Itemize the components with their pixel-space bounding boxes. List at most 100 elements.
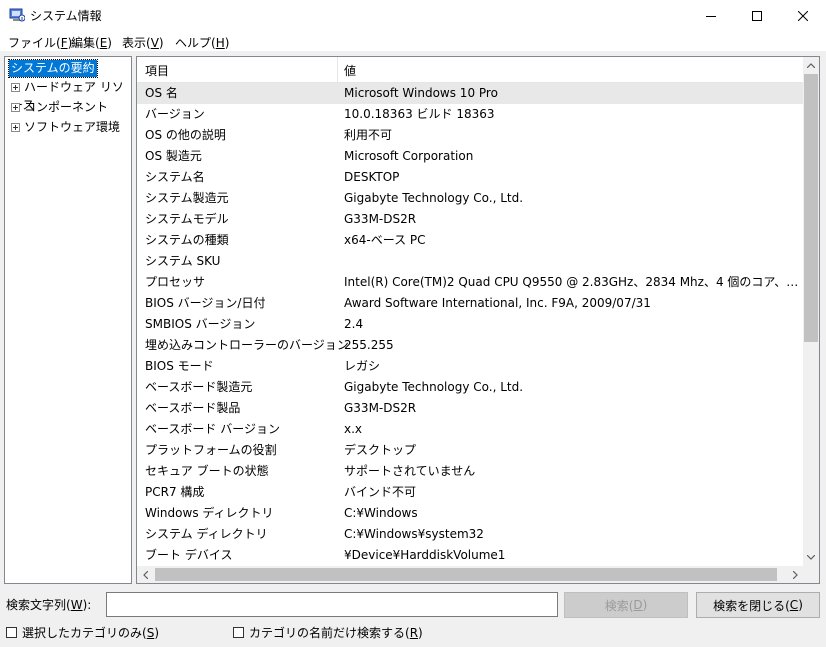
row-item-value: ¥Device¥HarddiskVolume1	[344, 548, 506, 562]
row-item-value: 10.0.18363 ビルド 18363	[344, 107, 495, 121]
row-item-name: SMBIOS バージョン	[145, 317, 256, 331]
selected-category-only-option[interactable]: 選択したカテゴリのみ(S)	[6, 624, 159, 641]
close-button[interactable]	[780, 0, 826, 31]
scroll-right-icon[interactable]	[787, 566, 803, 583]
table-row[interactable]: システム名 DESKTOP	[137, 167, 803, 188]
category-names-only-checkbox[interactable]	[233, 627, 244, 638]
menu-file[interactable]: ファイル(F)	[8, 34, 72, 51]
horizontal-scrollbar[interactable]	[137, 566, 803, 583]
scroll-corner	[803, 566, 819, 583]
scroll-left-icon[interactable]	[137, 566, 153, 583]
system-information-icon[interactable]	[9, 8, 26, 22]
menu-view[interactable]: 表示(V)	[122, 34, 164, 51]
search-button[interactable]: 検索(D)	[564, 592, 688, 618]
row-item-value: G33M-DS2R	[344, 401, 417, 415]
table-row[interactable]: BIOS バージョン/日付 Award Software Internationa…	[137, 293, 803, 314]
selected-category-only-checkbox[interactable]	[6, 627, 17, 638]
maximize-button[interactable]	[734, 0, 780, 31]
minimize-button[interactable]	[688, 0, 734, 31]
table-row[interactable]: ブート デバイス ¥Device¥HarddiskVolume1	[137, 545, 803, 566]
row-item-name: BIOS バージョン/日付	[145, 296, 266, 310]
table-row[interactable]: プラットフォームの役割 デスクトップ	[137, 440, 803, 461]
table-row[interactable]: OS 名 Microsoft Windows 10 Pro	[137, 83, 803, 104]
table-row[interactable]: ベースボード製造元 Gigabyte Technology Co., Ltd.	[137, 377, 803, 398]
search-input[interactable]	[106, 592, 558, 617]
row-item-value: C:¥Windows	[344, 506, 418, 520]
row-item-name: バージョン	[145, 107, 205, 121]
category-names-only-option[interactable]: カテゴリの名前だけ検索する(R)	[233, 624, 423, 641]
row-item-name: ベースボード製品	[145, 401, 241, 415]
table-row[interactable]: 埋め込みコントローラーのバージョン 255.255	[137, 335, 803, 356]
plus-expander-icon[interactable]	[11, 103, 20, 112]
row-item-value: x.x	[344, 422, 363, 436]
table-row[interactable]: OS 製造元 Microsoft Corporation	[137, 146, 803, 167]
row-item-name: システム名	[145, 170, 205, 184]
list-rows: OS 名 Microsoft Windows 10 Pro バージョン 10.0.18…	[137, 83, 803, 566]
row-item-value: x64-ベース PC	[344, 233, 426, 247]
table-row[interactable]: システム製造元 Gigabyte Technology Co., Ltd.	[137, 188, 803, 209]
details-list[interactable]: 項目 値 OS 名 Microsoft Windows 10 Pro バージョン 10…	[136, 56, 820, 584]
table-row[interactable]: プロセッサ Intel(R) Core(TM)2 Quad CPU Q9550 @…	[137, 272, 803, 293]
tree-item-hardware-resources[interactable]: ハードウェア リソース	[11, 78, 131, 112]
close-search-button[interactable]: 検索を閉じる(C)	[696, 592, 820, 618]
row-item-name: システムの種類	[145, 233, 229, 247]
table-row[interactable]: SMBIOS バージョン 2.4	[137, 314, 803, 335]
table-row[interactable]: PCR7 構成 バインド不可	[137, 482, 803, 503]
row-item-name: プロセッサ	[145, 275, 206, 289]
row-item-value: Award Software International, Inc. F9A, …	[344, 296, 651, 310]
row-item-name: システムモデル	[145, 212, 229, 226]
category-tree[interactable]: システムの要約 ハードウェア リソース コンポーネント ソフトウェア環境	[4, 56, 132, 584]
scroll-up-icon[interactable]	[803, 57, 819, 74]
row-item-value: C:¥Windows¥system32	[344, 527, 484, 541]
table-row[interactable]: システム SKU	[137, 251, 803, 272]
row-item-value: バインド不可	[344, 485, 417, 499]
menu-help[interactable]: ヘルプ(H)	[175, 34, 229, 51]
tree-item-system-summary[interactable]: システムの要約	[8, 59, 98, 78]
table-row[interactable]: ベースボード製品 G33M-DS2R	[137, 398, 803, 419]
horizontal-scroll-thumb[interactable]	[155, 568, 777, 581]
row-item-value: DESKTOP	[344, 170, 400, 184]
menu-bar: ファイル(F) 編集(E) 表示(V) ヘルプ(H)	[0, 31, 826, 51]
plus-expander-icon[interactable]	[11, 123, 20, 132]
vertical-scroll-thumb[interactable]	[804, 74, 818, 342]
scroll-down-icon[interactable]	[803, 549, 819, 566]
table-row[interactable]: OS の他の説明 利用不可	[137, 125, 803, 146]
row-item-name: プラットフォームの役割	[145, 443, 277, 457]
row-item-name: PCR7 構成	[145, 485, 205, 499]
table-row[interactable]: バージョン 10.0.18363 ビルド 18363	[137, 104, 803, 125]
column-divider[interactable]	[337, 57, 338, 82]
table-row[interactable]: BIOS モード レガシ	[137, 356, 803, 377]
row-item-value: G33M-DS2R	[344, 212, 417, 226]
row-item-value: デスクトップ	[344, 443, 417, 457]
row-item-name: OS 製造元	[145, 149, 202, 163]
menu-edit[interactable]: 編集(E)	[71, 34, 112, 51]
window-title: システム情報	[30, 9, 102, 23]
row-item-name: ベースボード バージョン	[145, 422, 280, 436]
table-row[interactable]: システムの種類 x64-ベース PC	[137, 230, 803, 251]
tree-item-software-environment[interactable]: ソフトウェア環境	[11, 118, 120, 136]
row-item-value: Gigabyte Technology Co., Ltd.	[344, 380, 524, 394]
tree-item-components[interactable]: コンポーネント	[11, 98, 108, 116]
table-row[interactable]: Windows ディレクトリ C:¥Windows	[137, 503, 803, 524]
row-item-name: システム製造元	[145, 191, 229, 205]
minimize-icon	[706, 11, 716, 21]
row-item-name: セキュア ブートの状態	[145, 464, 269, 478]
column-header-item[interactable]: 項目	[145, 62, 169, 79]
category-names-only-label: カテゴリの名前だけ検索する(R)	[249, 626, 423, 640]
table-row[interactable]: セキュア ブートの状態 サポートされていません	[137, 461, 803, 482]
row-item-value: Gigabyte Technology Co., Ltd.	[344, 191, 524, 205]
row-item-name: システム SKU	[145, 254, 221, 268]
row-item-value: Microsoft Windows 10 Pro	[344, 86, 498, 100]
plus-expander-icon[interactable]	[11, 83, 20, 92]
column-header-value[interactable]: 値	[344, 62, 356, 79]
row-item-value: Microsoft Corporation	[344, 149, 474, 163]
row-item-name: OS の他の説明	[145, 128, 226, 142]
maximize-icon	[752, 10, 762, 21]
row-item-name: 埋め込みコントローラーのバージョン	[145, 338, 349, 352]
row-item-name: ベースボード製造元	[145, 380, 253, 394]
table-row[interactable]: システムモデル G33M-DS2R	[137, 209, 803, 230]
table-row[interactable]: システム ディレクトリ C:¥Windows¥system32	[137, 524, 803, 545]
table-row[interactable]: ベースボード バージョン x.x	[137, 419, 803, 440]
vertical-scrollbar[interactable]	[803, 57, 819, 566]
row-item-value: 2.4	[344, 317, 364, 331]
